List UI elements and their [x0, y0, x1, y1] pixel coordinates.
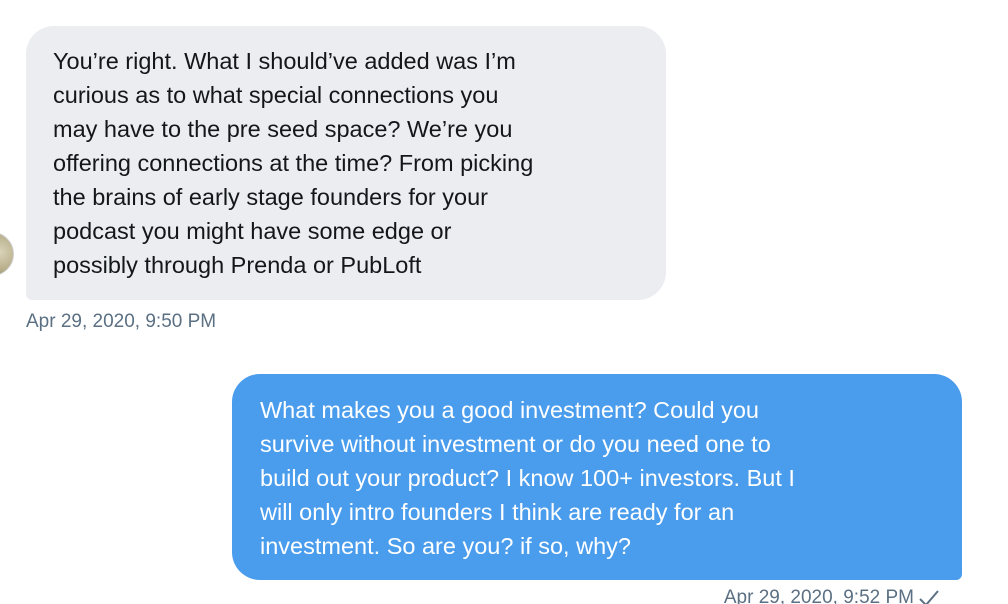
message-thread: You’re right. What I should’ve added was…	[0, 0, 990, 604]
sent-message-meta: Apr 29, 2020, 9:52 PM	[724, 587, 940, 604]
sent-message-bubble[interactable]: What makes you a good investment? Could …	[232, 374, 962, 580]
avatar[interactable]	[0, 232, 14, 276]
checkmark-icon	[919, 590, 939, 604]
received-message-timestamp: Apr 29, 2020, 9:50 PM	[26, 311, 217, 332]
sent-message-timestamp: Apr 29, 2020, 9:52 PM	[723, 587, 914, 604]
received-message-bubble[interactable]: You’re right. What I should’ve added was…	[26, 26, 666, 300]
